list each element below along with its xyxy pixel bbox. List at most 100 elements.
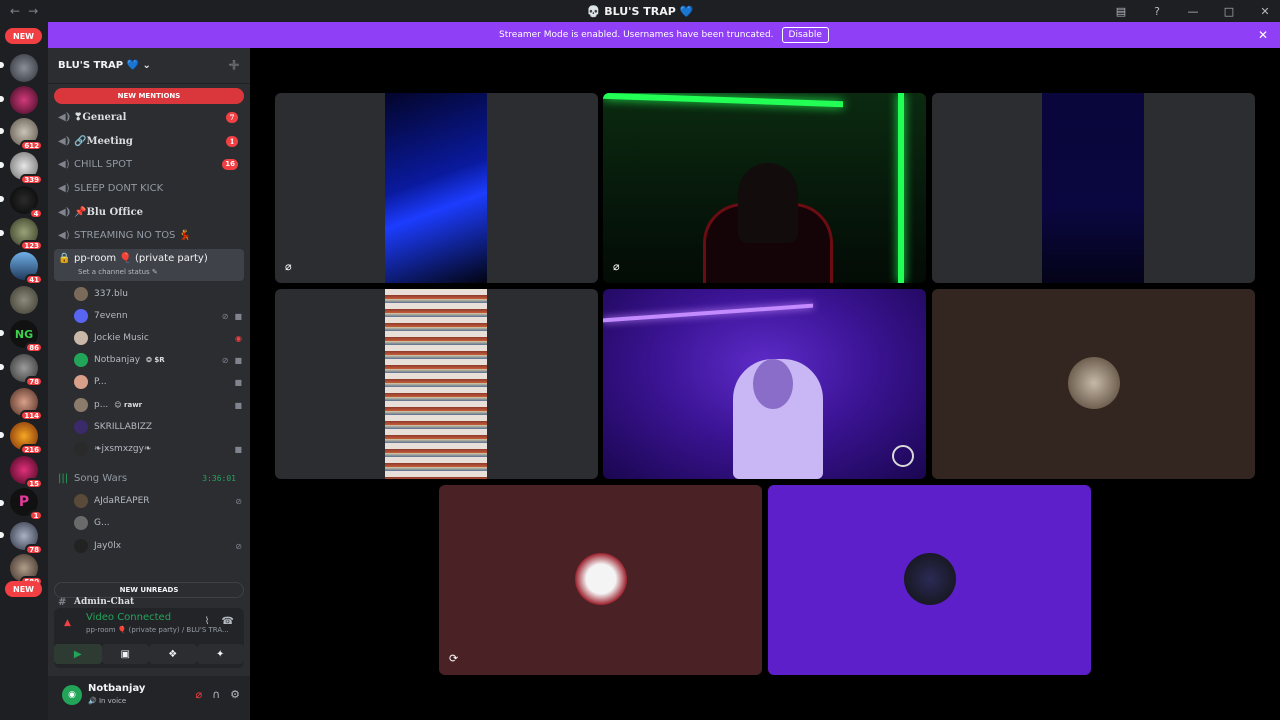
camera-icon: ■	[234, 400, 242, 410]
voice-channel[interactable]: ◀) 📌𝐁𝐥𝐮 𝐎𝐟𝐟𝐢𝐜𝐞	[54, 202, 244, 222]
screen-share-button[interactable]: ▣	[101, 644, 149, 664]
channel-badge: 7	[226, 111, 238, 123]
server-badge: 114	[20, 410, 43, 421]
voice-channel[interactable]: ◀) STREAMING NO TOS 💃	[54, 225, 244, 245]
voice-member[interactable]: Jay0lx ⊘	[74, 536, 246, 556]
new-servers-pill-bottom[interactable]: NEW	[5, 581, 42, 597]
voice-member[interactable]: ❧jxsmxzgy❧ ■	[74, 439, 246, 459]
voice-member[interactable]: AJdaREAPER ⊘	[74, 491, 246, 511]
help-icon[interactable]: ?	[1150, 5, 1164, 18]
voice-member[interactable]: P... ■	[74, 372, 246, 392]
server-icon[interactable]: 123	[10, 218, 43, 251]
avatar	[904, 553, 956, 605]
voice-channel-song-wars[interactable]: ||| Song Wars 3:36:01	[54, 468, 244, 488]
title-bar: ← → 💀 BLU'S TRAP 💙 ▤ ? — □ ✕	[0, 0, 1280, 22]
user-name: Notbanjay	[88, 683, 146, 694]
user-badge-icon	[892, 445, 914, 467]
channel-status[interactable]: Set a channel status ✎	[78, 268, 158, 276]
server-icon[interactable]	[10, 286, 38, 314]
video-feed	[385, 93, 487, 283]
close-window-icon[interactable]: ✕	[1258, 5, 1272, 18]
voice-status-subtitle[interactable]: pp-room 🎈 (private party) / BLU'S TRA...	[86, 626, 229, 634]
back-arrow-icon[interactable]: ←	[10, 4, 20, 18]
unread-pip	[0, 500, 4, 506]
noise-suppression-icon[interactable]: ⌇	[205, 616, 210, 627]
server-badge: 4	[29, 208, 43, 219]
server-icon[interactable]: 114	[10, 388, 43, 421]
server-badge: 78	[25, 376, 43, 387]
voice-member[interactable]: G...	[74, 513, 246, 533]
voice-channel[interactable]: ◀) SLEEP DONT KICK	[54, 178, 244, 198]
inbox-icon[interactable]: ▤	[1114, 5, 1128, 18]
disable-button[interactable]: Disable	[781, 27, 829, 43]
camera-icon: ■	[234, 377, 242, 387]
hash-icon: #	[58, 596, 67, 608]
voice-channel[interactable]: ◀) ❣𝐆𝐞𝐧𝐞𝐫𝐚𝐥 7	[54, 107, 244, 127]
server-icon[interactable]: 4	[10, 186, 43, 219]
server-icon[interactable]: 78	[10, 522, 43, 555]
activities-button[interactable]: ❖	[149, 644, 197, 664]
disconnect-icon[interactable]: ☎	[222, 616, 234, 627]
member-tag: ☺ rawr	[114, 401, 143, 409]
server-badge: 15	[25, 478, 43, 489]
avatar	[74, 539, 88, 553]
unread-pip	[0, 96, 4, 102]
new-mentions-pill[interactable]: NEW MENTIONS	[54, 88, 244, 104]
new-servers-pill-top[interactable]: NEW	[5, 28, 42, 44]
server-icon[interactable]	[10, 54, 38, 82]
server-icon[interactable]: 339	[10, 152, 43, 185]
text-channel-admin-chat[interactable]: # Admin-Chat	[54, 596, 244, 608]
add-member-icon[interactable]: ➕	[229, 61, 240, 71]
video-tile[interactable]	[603, 289, 926, 479]
voice-channel[interactable]: ◀) 🔗𝐌𝐞𝐞𝐭𝐢𝐧𝐠 1	[54, 131, 244, 151]
voice-member[interactable]: Jockie Music ◉	[74, 328, 246, 348]
video-tile[interactable]	[932, 93, 1255, 283]
audio-tile[interactable]	[932, 289, 1255, 479]
signal-icon[interactable]: ▲	[64, 618, 71, 628]
window-title: 💀 BLU'S TRAP 💙	[586, 4, 694, 18]
microphone-muted-icon[interactable]: ⌀	[195, 688, 202, 701]
voice-member[interactable]: Notbanjay ❂ $R ⊘ ■	[74, 350, 246, 370]
camera-button[interactable]: ▶	[54, 644, 102, 664]
gear-icon[interactable]: ⚙	[230, 688, 240, 701]
video-tile[interactable]: ⌀	[275, 93, 598, 283]
muted-icon: ⌀	[613, 260, 620, 273]
server-icon[interactable]	[10, 86, 38, 114]
voice-member[interactable]: 337.blu	[74, 284, 246, 304]
server-icon[interactable]: 612	[10, 118, 43, 151]
server-icon[interactable]: NG 86	[10, 320, 43, 353]
video-tile[interactable]: ⌀	[603, 93, 926, 283]
maximize-icon[interactable]: □	[1222, 5, 1236, 18]
minimize-icon[interactable]: —	[1186, 5, 1200, 18]
server-rail: NEW 612 339 4 123 41 NG 86 78 114 216 15 …	[0, 22, 48, 720]
server-badge: 1	[29, 510, 43, 521]
forward-arrow-icon[interactable]: →	[28, 4, 38, 18]
headset-icon[interactable]: ∩	[212, 688, 220, 701]
server-icon[interactable]: P1	[10, 488, 43, 521]
avatar	[575, 553, 627, 605]
server-icon[interactable]: 216	[10, 422, 43, 455]
audio-tile[interactable]: ⟳	[439, 485, 762, 675]
server-icon[interactable]: 78	[10, 354, 43, 387]
muted-icon: ⊘	[221, 311, 229, 321]
channel-timer: 3:36:01	[202, 473, 236, 483]
server-icon[interactable]: 580	[10, 554, 43, 587]
close-icon[interactable]: ✕	[1258, 28, 1268, 42]
server-icon[interactable]: 15	[10, 456, 43, 489]
unread-pip	[0, 364, 4, 370]
server-badge: 78	[25, 544, 43, 555]
video-feed	[603, 303, 813, 323]
video-tile[interactable]	[275, 289, 598, 479]
voice-channel[interactable]: ◀) CHILL SPOT 16	[54, 154, 244, 174]
server-icon[interactable]: 41	[10, 252, 43, 285]
audio-tile[interactable]	[768, 485, 1091, 675]
voice-member[interactable]: SKRILLABIZZ	[74, 417, 246, 437]
server-header[interactable]: BLU'S TRAP 💙 ⌄ ➕	[48, 48, 250, 84]
user-avatar[interactable]: ◉	[62, 685, 82, 705]
voice-member[interactable]: 7evenn ⊘ ■	[74, 306, 246, 326]
active-voice-channel[interactable]: 🔒 pp-room 🎈 (private party) Set a channe…	[54, 249, 244, 281]
server-badge: 216	[20, 444, 43, 455]
voice-member[interactable]: p... ☺ rawr ■	[74, 395, 246, 415]
soundboard-button[interactable]: ✦	[196, 644, 244, 664]
camera-icon: ■	[234, 355, 242, 365]
